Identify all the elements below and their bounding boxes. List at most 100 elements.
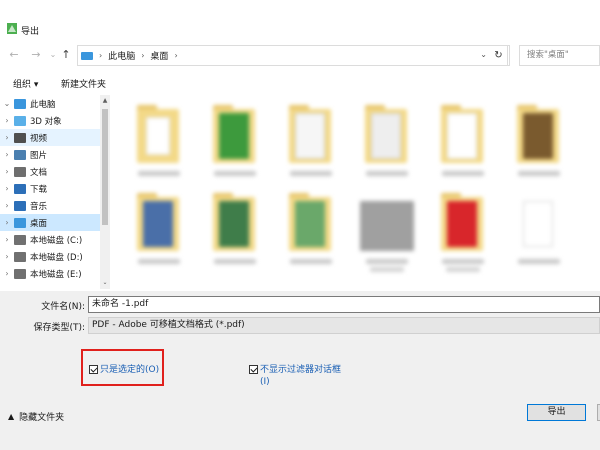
no-filter-dialog-checkbox[interactable] xyxy=(249,365,258,374)
expand-chevron-icon[interactable]: › xyxy=(0,133,14,142)
sidebar-item-label: 下载 xyxy=(30,184,48,195)
computer-icon xyxy=(14,98,26,109)
forward-arrow-icon[interactable]: → xyxy=(29,48,43,62)
expand-chevron-icon[interactable]: › xyxy=(0,252,14,261)
title-bar: 导出 xyxy=(0,0,600,40)
search-input[interactable]: 搜索"桌面" xyxy=(519,45,600,66)
file-thumbnail[interactable] xyxy=(124,187,194,277)
computer-icon xyxy=(81,51,93,60)
only-selected-label[interactable]: 只是选定的(O) xyxy=(100,364,159,376)
expand-chevron-icon[interactable]: › xyxy=(0,116,14,125)
sidebar-item[interactable]: › 音乐 xyxy=(0,197,100,214)
sidebar-item-label: 文档 xyxy=(30,167,48,178)
app-logo-icon xyxy=(7,23,17,34)
file-list xyxy=(112,95,600,290)
sidebar-item[interactable]: › 本地磁盘 (E:) xyxy=(0,265,100,282)
hide-folders-toggle[interactable]: ▲ 隐藏文件夹 xyxy=(8,410,64,423)
sidebar-item-label: 本地磁盘 (E:) xyxy=(30,269,82,280)
filetype-select[interactable]: PDF - Adobe 可移植文档格式 (*.pdf) xyxy=(88,317,600,334)
sidebar-item-label: 桌面 xyxy=(30,218,48,229)
file-thumbnail[interactable] xyxy=(276,187,346,277)
only-selected-option[interactable]: 只是选定的(O) xyxy=(89,364,159,376)
file-thumbnail[interactable] xyxy=(200,99,270,189)
sidebar-item[interactable]: › 3D 对象 xyxy=(0,112,100,129)
recent-dropdown-icon[interactable]: ⌄ xyxy=(46,48,60,62)
hide-folders-label: 隐藏文件夹 xyxy=(19,413,65,423)
file-thumbnail[interactable] xyxy=(504,99,574,189)
scroll-down-icon[interactable]: ⌄ xyxy=(100,279,110,286)
filename-input[interactable]: 未命名 -1.pdf xyxy=(88,296,600,313)
sidebar-item-label: 本地磁盘 (D:) xyxy=(30,252,83,263)
expand-chevron-icon[interactable]: › xyxy=(0,184,14,193)
video-icon xyxy=(14,132,26,143)
sidebar-item-label: 图片 xyxy=(30,150,48,161)
chevron-right-icon[interactable]: › xyxy=(99,51,102,60)
scroll-up-icon[interactable]: ▲ xyxy=(100,97,110,104)
chevron-right-icon[interactable]: › xyxy=(141,51,144,60)
only-selected-checkbox[interactable] xyxy=(89,365,98,374)
no-filter-dialog-label-line1: 不显示过滤器对话框 xyxy=(260,365,342,375)
refresh-icon[interactable]: ↻ xyxy=(488,45,510,66)
file-thumbnail[interactable] xyxy=(428,187,498,277)
export-button[interactable]: 导出 xyxy=(527,404,586,421)
scrollbar-thumb[interactable] xyxy=(102,109,108,225)
expand-chevron-icon[interactable]: › xyxy=(0,235,14,244)
pictures-icon xyxy=(14,149,26,160)
filename-label: 文件名(N): xyxy=(41,302,85,312)
sidebar-item[interactable]: ⌄ 此电脑 xyxy=(0,95,100,112)
file-thumbnail[interactable] xyxy=(200,187,270,277)
file-thumbnail[interactable] xyxy=(124,99,194,189)
organize-menu[interactable]: 组织 ▾ xyxy=(13,77,38,90)
save-options-panel: 文件名(N): 未命名 -1.pdf 保存类型(T): PDF - Adobe … xyxy=(0,291,600,450)
export-dialog: 导出 ← → ⌄ ↑ › 此电脑 › 桌面 › ⌄ ↻ 搜索"桌面" 组织 ▾ … xyxy=(0,0,600,450)
sidebar-item-label: 音乐 xyxy=(30,201,48,212)
expand-chevron-icon[interactable]: ⌄ xyxy=(0,99,14,108)
documents-icon xyxy=(14,166,26,177)
chevron-right-icon[interactable]: › xyxy=(174,51,177,60)
no-filter-dialog-label-line2: (I) xyxy=(260,377,270,387)
no-filter-dialog-label[interactable]: 不显示过滤器对话框 (I) xyxy=(260,364,341,388)
sidebar-item-label: 3D 对象 xyxy=(30,116,62,127)
expand-chevron-icon[interactable]: › xyxy=(0,269,14,278)
sidebar-item[interactable]: › 桌面 xyxy=(0,214,100,231)
no-filter-dialog-option[interactable]: 不显示过滤器对话框 (I) xyxy=(249,364,341,388)
sidebar-item-label: 此电脑 xyxy=(30,99,56,110)
desktop-icon xyxy=(14,217,26,228)
sidebar-item-label: 本地磁盘 (C:) xyxy=(30,235,83,246)
back-arrow-icon[interactable]: ← xyxy=(7,48,21,62)
toolbar: 组织 ▾ 新建文件夹 xyxy=(0,72,600,94)
expand-chevron-icon[interactable]: › xyxy=(0,167,14,176)
file-thumbnail[interactable] xyxy=(504,187,574,277)
file-thumbnail[interactable] xyxy=(352,187,422,277)
file-thumbnail[interactable] xyxy=(276,99,346,189)
sidebar-item[interactable]: › 本地磁盘 (C:) xyxy=(0,231,100,248)
download-icon xyxy=(14,183,26,194)
drive-icon xyxy=(14,268,26,279)
breadcrumb-desktop[interactable]: 桌面 xyxy=(150,49,168,62)
expand-chevron-icon[interactable]: › xyxy=(0,150,14,159)
new-folder-button[interactable]: 新建文件夹 xyxy=(61,77,106,90)
sidebar-item[interactable]: › 下载 xyxy=(0,180,100,197)
nav-scrollbar[interactable]: ▲ ⌄ xyxy=(100,95,110,289)
file-thumbnail[interactable] xyxy=(428,99,498,189)
sidebar-item[interactable]: › 视频 xyxy=(0,129,100,146)
expand-chevron-icon[interactable]: › xyxy=(0,218,14,227)
drive-icon xyxy=(14,234,26,245)
sidebar-item-label: 视频 xyxy=(30,133,48,144)
caret-up-icon: ▲ xyxy=(8,412,15,421)
address-dropdown-icon[interactable]: ⌄ xyxy=(480,50,487,59)
music-icon xyxy=(14,200,26,211)
drive-icon xyxy=(14,251,26,262)
sidebar-item[interactable]: › 文档 xyxy=(0,163,100,180)
file-thumbnail[interactable] xyxy=(352,99,422,189)
expand-chevron-icon[interactable]: › xyxy=(0,201,14,210)
navigation-pane: ⌄ 此电脑 › 3D 对象 › 视频 › 图片 › 文档 › 下载 › 音乐 › 桌面 › 本地磁盘 (C:) › 本… xyxy=(0,95,110,290)
window-title: 导出 xyxy=(21,27,40,37)
3d-objects-icon xyxy=(14,115,26,126)
filetype-label: 保存类型(T): xyxy=(33,323,85,333)
sidebar-item[interactable]: › 本地磁盘 (D:) xyxy=(0,248,100,265)
address-bar[interactable]: › 此电脑 › 桌面 › ⌄ xyxy=(77,45,508,66)
sidebar-item[interactable]: › 图片 xyxy=(0,146,100,163)
up-arrow-icon[interactable]: ↑ xyxy=(59,48,73,62)
breadcrumb-this-pc[interactable]: 此电脑 xyxy=(108,49,135,62)
